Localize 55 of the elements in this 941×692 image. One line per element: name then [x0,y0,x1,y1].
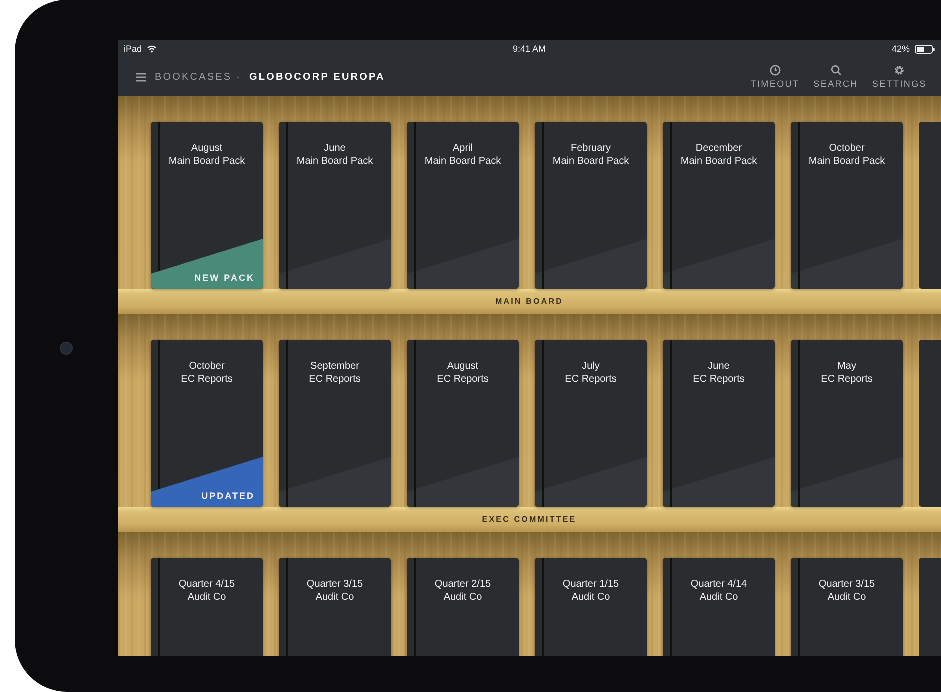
book-cover[interactable]: August Main Board Pack NEW PACK [151,122,263,289]
book-cover[interactable]: July EC Reports [535,340,647,507]
book-title: December Main Board Pack [680,142,758,168]
book-cover[interactable]: May EC Reports [791,340,903,507]
status-badge: UPDATED [151,457,263,507]
book-title: August EC Reports [436,360,490,386]
bookcase-title: GLOBOCORP EUROPA [250,72,386,82]
shelf-label: MAIN BOARD [118,289,941,314]
book-title: July EC Reports [564,360,618,386]
book-title: April Main Board Pack [424,142,502,168]
book-cover[interactable]: Quarter 3/15 Audit Co [791,558,903,656]
book-cover[interactable]: Quarter 4/15 Audit Co [151,558,263,656]
book-title: June EC Reports [692,360,746,386]
search-icon [830,65,842,76]
book-title: September EC Reports [308,360,362,386]
book-title: October EC Reports [180,360,234,386]
book-title: Quarter 1/15 Audit Co [562,578,620,604]
status-badge: NEW PACK [151,239,263,289]
book-title: Quarter 4/14 Audit Co [690,578,748,604]
book-cover[interactable]: Quarter 2/15 Audit Co [407,558,519,656]
book-cover[interactable]: June Main Board Pack [279,122,391,289]
book-cover[interactable]: September EC Reports [279,340,391,507]
book-title: Quarter 3/15 Audit Co [818,578,876,604]
book-cover[interactable]: Quarter 4/14 Audit Co [663,558,775,656]
book-cover[interactable]: August EC Reports [407,340,519,507]
search-button[interactable]: SEARCH [812,63,860,91]
book-cover[interactable]: Quarter 1/15 Audit Co [535,558,647,656]
book-title: February Main Board Pack [552,142,630,168]
book-cover[interactable]: October Main Board Pack [791,122,903,289]
menu-icon[interactable] [136,72,146,82]
book-title: Quarter 4/15 Audit Co [178,578,236,604]
book-cover[interactable]: Quarter 3/15 Audit Co [279,558,391,656]
book-cover[interactable]: December Main Board Pack [663,122,775,289]
status-time: 9:41 AM [512,44,546,54]
clock-icon [770,65,781,76]
timeout-button[interactable]: TIMEOUT [748,63,802,91]
camera-lens [60,342,73,354]
book-cover[interactable]: June EC Reports [663,340,775,507]
book-title: August Main Board Pack [168,142,246,168]
book-title: May EC Reports [820,360,874,386]
book-title: October Main Board Pack [808,142,886,168]
settings-button[interactable]: SETTINGS [870,63,929,91]
wifi-icon [147,45,158,53]
shelf-label: EXEC COMMITTEE [118,507,941,532]
breadcrumb-link[interactable]: BOOKCASES - [155,72,242,82]
book-title: Quarter 3/15 Audit Co [306,578,364,604]
device-name: iPad [124,44,142,54]
book-cover[interactable]: April Main Board Pack [407,122,519,289]
settings-icon [894,65,906,76]
book-title: June Main Board Pack [296,142,374,168]
book-cover[interactable]: October EC Reports UPDATED [151,340,263,507]
battery-icon [915,44,935,54]
battery-percent: 42% [892,44,910,54]
book-cover[interactable]: February Main Board Pack [535,122,647,289]
book-title: Quarter 2/15 Audit Co [434,578,492,604]
